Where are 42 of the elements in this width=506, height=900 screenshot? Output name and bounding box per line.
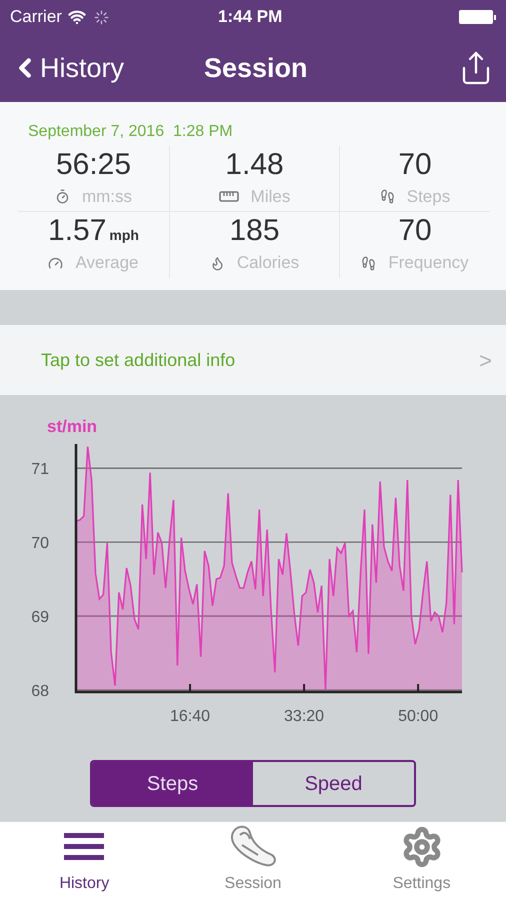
menu-icon (64, 833, 104, 861)
stat-value: 70 (398, 148, 432, 182)
wifi-icon (68, 8, 86, 26)
y-tick-label: 68 (31, 683, 49, 700)
tab-bar-item[interactable]: Settings (337, 822, 506, 900)
stopwatch-icon (54, 189, 70, 204)
x-tick-label: 16:40 (170, 708, 210, 725)
y-tick-label: 71 (31, 461, 49, 478)
battery-icon (459, 10, 496, 24)
y-tick-label: 70 (31, 535, 49, 552)
stat-label: Average (75, 252, 138, 274)
gauge-icon (48, 256, 64, 270)
stat-unit: mph (109, 226, 139, 246)
stat-value: 1.57 (48, 214, 106, 248)
session-date: September 7, 2016 1:28 PM (28, 122, 234, 142)
ruler-icon (218, 191, 239, 202)
stat-value: 70 (398, 214, 432, 248)
y-tick-label: 69 (31, 609, 49, 626)
stat-label: Miles (250, 186, 290, 208)
settings-icon (400, 826, 443, 868)
chart-unit-label: st/min (47, 416, 98, 438)
stat-label: Frequency (388, 252, 469, 274)
stat-value: 1.48 (225, 148, 284, 182)
loading-icon (94, 10, 109, 24)
segment-tab[interactable]: Speed (253, 762, 414, 805)
nav-title: Session (204, 52, 308, 85)
segment-tab[interactable]: Steps (92, 762, 253, 805)
tab-bar-item[interactable]: Session (168, 822, 338, 900)
status-time: 1:44 PM (218, 6, 282, 28)
stat-value: 185 (229, 214, 280, 248)
stat-label: mm:ss (82, 186, 132, 208)
back-button[interactable]: History (10, 48, 124, 88)
x-tick-label: 50:00 (398, 708, 438, 725)
carrier-label: Carrier (10, 6, 62, 28)
stat-label: Calories (236, 252, 300, 274)
stat-value: 56:25 (56, 148, 132, 182)
footprints-icon (361, 256, 376, 270)
tab-bar-item[interactable]: History (0, 822, 169, 900)
x-tick-label: 33:20 (284, 708, 324, 725)
flame-icon (210, 256, 225, 270)
footprints-icon (380, 189, 395, 204)
stat-label: Steps (406, 186, 450, 208)
